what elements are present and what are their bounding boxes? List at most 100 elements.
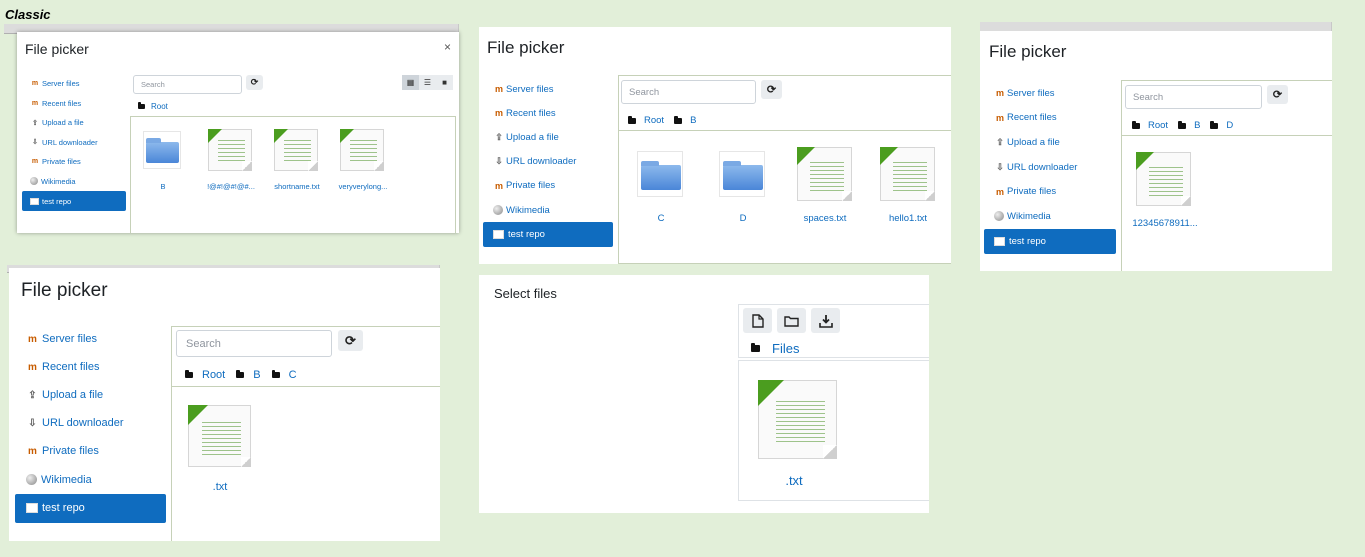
- nav-upload-file[interactable]: ⇪ Upload a file: [9, 381, 169, 409]
- nav-url-downloader[interactable]: ⇩ URL downloader: [980, 155, 1120, 180]
- folder-icon: [641, 161, 681, 190]
- nav-label: test repo: [508, 229, 545, 241]
- file-item[interactable]: D: [719, 151, 767, 231]
- crumb-root[interactable]: Root: [202, 369, 225, 381]
- url-icon: ⇩: [32, 139, 38, 147]
- file-item[interactable]: B: [143, 131, 183, 191]
- nav-recent-files[interactable]: m Recent files: [17, 94, 127, 114]
- file-item[interactable]: .txt: [758, 380, 838, 490]
- nav-test-repo[interactable]: test repo: [15, 493, 166, 523]
- crumb-root[interactable]: Root: [644, 115, 664, 126]
- nav-wikimedia[interactable]: Wikimedia: [980, 204, 1120, 229]
- crumb-b[interactable]: B: [690, 115, 696, 126]
- nav-server-files[interactable]: m Server files: [17, 74, 127, 94]
- nav-label: URL downloader: [1007, 161, 1078, 173]
- nav-label: Private files: [42, 157, 81, 167]
- moodle-icon: m: [995, 186, 1004, 197]
- nav-private-files[interactable]: m Private files: [479, 174, 617, 198]
- nav-private-files[interactable]: m Private files: [9, 437, 169, 465]
- file-item[interactable]: !@#!@#!@#...: [207, 129, 255, 191]
- close-icon[interactable]: ×: [444, 40, 451, 54]
- nav-private-files[interactable]: m Private files: [17, 152, 127, 172]
- file-grid: B !@#!@#!@#... shortname.txt veryverylon…: [130, 116, 456, 233]
- refresh-button[interactable]: ⟳: [246, 75, 263, 90]
- nav-label: URL downloader: [42, 137, 98, 147]
- nav-upload-file[interactable]: ⇪ Upload a file: [980, 130, 1120, 155]
- nav-server-files[interactable]: m Server files: [9, 325, 169, 353]
- file-item[interactable]: .txt: [188, 405, 252, 495]
- nav-recent-files[interactable]: m Recent files: [980, 106, 1120, 131]
- crumb-root[interactable]: Root: [151, 102, 168, 111]
- add-file-button[interactable]: [743, 308, 772, 333]
- nav-server-files[interactable]: m Server files: [980, 81, 1120, 106]
- nav-upload-file[interactable]: ⇪ Upload a file: [17, 113, 127, 133]
- search-input[interactable]: Search: [133, 75, 242, 94]
- repository-icon: [30, 197, 39, 205]
- nav-wikimedia[interactable]: Wikimedia: [9, 465, 169, 493]
- refresh-button[interactable]: ⟳: [338, 330, 363, 351]
- upload-icon: ⇪: [28, 389, 37, 401]
- grid-view-icon[interactable]: ▦: [402, 75, 419, 90]
- breadcrumb: Root B: [628, 115, 696, 126]
- tree-view-icon[interactable]: ■: [436, 75, 453, 90]
- file-name: B: [160, 182, 166, 191]
- nav-recent-files[interactable]: m Recent files: [479, 101, 617, 125]
- breadcrumb: Root B D: [1132, 120, 1233, 131]
- content-area: Search ⟳ Root B C D spaces.txt hello1.tx…: [618, 72, 951, 264]
- crumb-d[interactable]: D: [1226, 120, 1233, 131]
- nav-url-downloader[interactable]: ⇩ URL downloader: [479, 150, 617, 174]
- nav-url-downloader[interactable]: ⇩ URL downloader: [17, 133, 127, 153]
- nav-test-repo[interactable]: test repo: [22, 191, 126, 211]
- nav-wikimedia[interactable]: Wikimedia: [17, 172, 127, 192]
- file-item[interactable]: shortname.txt: [274, 129, 320, 191]
- file-item[interactable]: 12345678911...: [1132, 152, 1198, 232]
- crumb-b[interactable]: B: [1194, 120, 1200, 131]
- moodle-icon: m: [31, 158, 39, 166]
- file-item[interactable]: veryverylong...: [339, 129, 387, 191]
- nav-server-files[interactable]: m Server files: [479, 77, 617, 101]
- repository-icon: [994, 236, 1005, 246]
- nav-label: Recent files: [42, 361, 100, 374]
- search-input[interactable]: Search: [176, 330, 332, 357]
- select-files-panel: Select files Files .txt: [479, 275, 929, 513]
- nav-test-repo[interactable]: test repo: [984, 228, 1116, 254]
- repository-nav: m Server files m Recent files ⇪ Upload a fi…: [980, 81, 1120, 254]
- search-input[interactable]: Search: [621, 80, 756, 104]
- crumb-files[interactable]: Files: [772, 341, 799, 356]
- crumb-b[interactable]: B: [253, 369, 260, 381]
- crumb-root[interactable]: Root: [1148, 120, 1168, 131]
- moodle-icon: m: [995, 112, 1004, 123]
- nav-test-repo[interactable]: test repo: [483, 222, 613, 248]
- breadcrumb: Root: [138, 102, 168, 111]
- nav-label: Private files: [42, 445, 99, 458]
- nav-url-downloader[interactable]: ⇩ URL downloader: [9, 409, 169, 437]
- crumb-c[interactable]: C: [289, 369, 297, 381]
- text-file-icon: [340, 129, 384, 171]
- file-name: D: [739, 213, 747, 224]
- nav-upload-file[interactable]: ⇪ Upload a file: [479, 125, 617, 149]
- nav-label: Wikimedia: [506, 204, 550, 216]
- file-item[interactable]: C: [637, 151, 685, 231]
- nav-label: URL downloader: [42, 417, 124, 430]
- upload-icon: ⇪: [996, 136, 1004, 147]
- nav-wikimedia[interactable]: Wikimedia: [479, 198, 617, 222]
- refresh-button[interactable]: ⟳: [761, 80, 782, 99]
- create-folder-button[interactable]: [777, 308, 806, 333]
- download-button[interactable]: [811, 308, 840, 333]
- file-picker-panel-2: File picker m Server files m Recent files …: [479, 27, 951, 264]
- file-item[interactable]: hello1.txt: [880, 147, 936, 227]
- list-view-icon[interactable]: ☰: [419, 75, 436, 90]
- nav-label: test repo: [1009, 235, 1046, 247]
- refresh-button[interactable]: ⟳: [1267, 85, 1288, 104]
- search-input[interactable]: Search: [1125, 85, 1262, 109]
- file-grid: .txt: [171, 386, 440, 541]
- nav-recent-files[interactable]: m Recent files: [9, 353, 169, 381]
- url-icon: ⇩: [28, 417, 37, 429]
- file-item[interactable]: spaces.txt: [797, 147, 853, 227]
- file-name: veryverylong...: [338, 182, 388, 191]
- moodle-icon: m: [31, 99, 39, 107]
- filemanager-content-box: .txt: [738, 360, 929, 501]
- select-files-label: Select files: [494, 286, 557, 301]
- file-grid: C D spaces.txt hello1.txt: [618, 130, 951, 264]
- nav-private-files[interactable]: m Private files: [980, 179, 1120, 204]
